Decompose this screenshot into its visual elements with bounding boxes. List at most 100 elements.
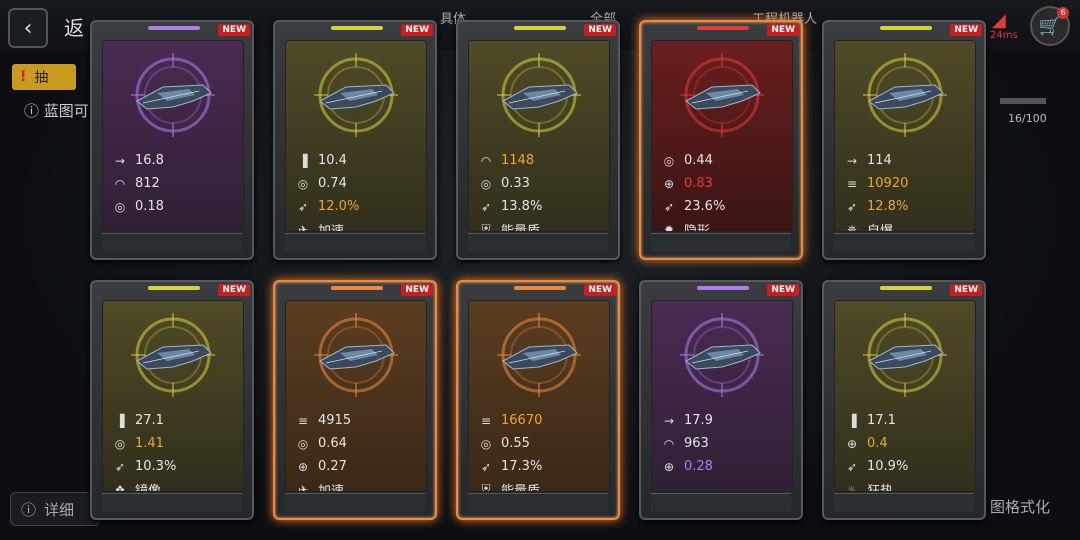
back-label: 返 bbox=[64, 16, 84, 40]
ship-icon bbox=[319, 344, 395, 370]
format-label: 图格式化 bbox=[990, 498, 1051, 516]
blueprint-card[interactable]: NEW → 16.8 ◠ 812 ◎ 0.18 bbox=[90, 20, 254, 260]
target-icon: ◎ bbox=[663, 153, 675, 168]
rarity-bar bbox=[697, 286, 749, 290]
stat-row: ▐ 10.4 bbox=[294, 149, 424, 172]
stat-row: ◎ 0.55 bbox=[477, 432, 607, 455]
card-footer bbox=[102, 233, 242, 252]
blueprint-card[interactable]: NEW ≡ 16670 ◎ 0.55 ➶ 17.3% ⛨ 能量盾 bbox=[456, 280, 620, 520]
stat-value: 17.3% bbox=[501, 459, 543, 474]
details-button[interactable]: ⓘ 详细 bbox=[10, 492, 100, 526]
target-icon: ◎ bbox=[480, 176, 492, 191]
stat-value: 10.3% bbox=[135, 459, 177, 474]
stat-value: 0.28 bbox=[684, 459, 713, 474]
card-footer bbox=[468, 233, 608, 252]
stat-row: ▐ 17.1 bbox=[843, 409, 973, 432]
stat-row: ▐ 27.1 bbox=[111, 409, 241, 432]
stat-list: ◎ 0.44 ⊕ 0.83 ➶ 23.6% ✹ 隐形 bbox=[660, 149, 790, 231]
rage-icon: ♨ bbox=[846, 482, 858, 492]
hp-icon: ≡ bbox=[480, 413, 492, 428]
armor-icon: ◠ bbox=[480, 153, 492, 168]
blueprint-card[interactable]: NEW ▐ 27.1 ◎ 1.41 ➶ 10.3% ❖ 镜像 bbox=[90, 280, 254, 520]
stat-value: 0.64 bbox=[318, 436, 347, 451]
hp-icon: ≡ bbox=[297, 413, 309, 428]
stat-row: ◎ 0.18 bbox=[111, 195, 241, 218]
rarity-bar bbox=[514, 26, 566, 30]
rocket-icon: ➶ bbox=[480, 459, 492, 474]
stat-list: ◠ 1148 ◎ 0.33 ➶ 13.8% ⛨ 能量盾 bbox=[477, 149, 607, 232]
card-footer bbox=[102, 493, 242, 512]
blueprint-card[interactable]: NEW ▐ 17.1 ⊕ 0.4 ➶ 10.9% ♨ 狂热 bbox=[822, 280, 986, 520]
stat-row: ◎ 0.33 bbox=[477, 172, 607, 195]
stat-value: 23.6% bbox=[684, 199, 726, 214]
new-badge: NEW bbox=[767, 284, 799, 296]
stat-value: 0.83 bbox=[684, 176, 713, 191]
rocket-icon: ➶ bbox=[480, 199, 492, 214]
card-footer bbox=[468, 493, 608, 512]
alert-icon: ! bbox=[20, 69, 27, 85]
new-badge: NEW bbox=[584, 24, 616, 36]
ship-icon bbox=[868, 344, 944, 370]
stat-row: ⊕ 0.27 bbox=[294, 455, 424, 478]
back-button[interactable]: ‹ bbox=[8, 8, 48, 48]
blueprint-card[interactable]: NEW → 114 ≡ 10920 ➶ 12.8% ✵ 自爆 bbox=[822, 20, 986, 260]
rocket-icon: ➶ bbox=[663, 199, 675, 214]
ship-icon bbox=[685, 84, 761, 110]
rarity-bar bbox=[880, 26, 932, 30]
stat-row: ➶ 13.8% bbox=[477, 195, 607, 218]
armor-icon: ◠ bbox=[663, 436, 675, 451]
new-badge: NEW bbox=[401, 24, 433, 36]
cart-icon: 🛒 bbox=[1038, 15, 1062, 37]
explode-icon: ✵ bbox=[846, 222, 858, 232]
stat-value: 0.18 bbox=[135, 199, 164, 214]
rocket-icon: ➶ bbox=[846, 199, 858, 214]
stat-row: ◠ 1148 bbox=[477, 149, 607, 172]
stat-value: 0.33 bbox=[501, 176, 530, 191]
stat-row: ◎ 0.44 bbox=[660, 149, 790, 172]
stat-row: → 17.9 bbox=[660, 409, 790, 432]
stat-list: ≡ 16670 ◎ 0.55 ➶ 17.3% ⛨ 能量盾 bbox=[477, 409, 607, 492]
blueprint-card[interactable]: NEW ◠ 1148 ◎ 0.33 ➶ 13.8% ⛨ 能量盾 bbox=[456, 20, 620, 260]
stat-row: ✈ 加速 bbox=[294, 478, 424, 492]
stat-value: 能量盾 bbox=[501, 484, 541, 492]
blueprint-card[interactable]: NEW ▐ 10.4 ◎ 0.74 ➶ 12.0% ✈ 加速 bbox=[273, 20, 437, 260]
boost-icon: ✈ bbox=[297, 482, 309, 492]
card-footer bbox=[285, 233, 425, 252]
stat-value: 812 bbox=[135, 176, 160, 191]
new-badge: NEW bbox=[767, 24, 799, 36]
rarity-bar bbox=[331, 26, 383, 30]
stat-value: 13.8% bbox=[501, 199, 543, 214]
stat-value: 114 bbox=[867, 153, 892, 168]
background-info-text: 蓝图可 bbox=[43, 102, 89, 120]
hp-icon: ≡ bbox=[846, 176, 858, 191]
stat-row: ➶ 23.6% bbox=[660, 195, 790, 218]
stat-row: ➶ 12.0% bbox=[294, 195, 424, 218]
stat-value: 0.27 bbox=[318, 459, 347, 474]
info-icon: ⓘ bbox=[24, 102, 40, 120]
background-tab[interactable]: ! 抽 bbox=[12, 64, 76, 90]
stat-list: ▐ 17.1 ⊕ 0.4 ➶ 10.9% ♨ 狂热 bbox=[843, 409, 973, 492]
stat-row: ➶ 10.3% bbox=[111, 455, 241, 478]
ammo-icon: ▐ bbox=[298, 153, 308, 168]
card-footer bbox=[651, 493, 791, 512]
blueprint-card[interactable]: NEW ≡ 4915 ◎ 0.64 ⊕ 0.27 ✈ 加速 bbox=[273, 280, 437, 520]
stat-row: ⛨ 能量盾 bbox=[477, 218, 607, 232]
stat-row: ◎ 0.64 bbox=[294, 432, 424, 455]
new-badge: NEW bbox=[401, 284, 433, 296]
card-footer bbox=[651, 233, 791, 252]
background-progress-bar bbox=[1000, 98, 1046, 104]
ship-icon bbox=[319, 84, 395, 110]
target-icon: ◎ bbox=[297, 436, 309, 451]
wifi-icon: ◢ bbox=[992, 10, 1006, 31]
shield-icon: ⛨ bbox=[481, 222, 491, 232]
new-badge: NEW bbox=[584, 284, 616, 296]
stat-list: ≡ 4915 ◎ 0.64 ⊕ 0.27 ✈ 加速 bbox=[294, 409, 424, 492]
ship-icon bbox=[502, 84, 578, 110]
stat-list: → 16.8 ◠ 812 ◎ 0.18 bbox=[111, 149, 241, 218]
blueprint-card[interactable]: NEW → 17.9 ◠ 963 ⊕ 0.28 bbox=[639, 280, 803, 520]
blueprint-card[interactable]: NEW ◎ 0.44 ⊕ 0.83 ➶ 23.6% ✹ 隐形 bbox=[639, 20, 803, 260]
rocket-icon: ➶ bbox=[114, 459, 126, 474]
background-progress: 16/100 bbox=[1008, 112, 1047, 125]
rarity-bar bbox=[697, 26, 749, 30]
stat-list: → 114 ≡ 10920 ➶ 12.8% ✵ 自爆 bbox=[843, 149, 973, 232]
